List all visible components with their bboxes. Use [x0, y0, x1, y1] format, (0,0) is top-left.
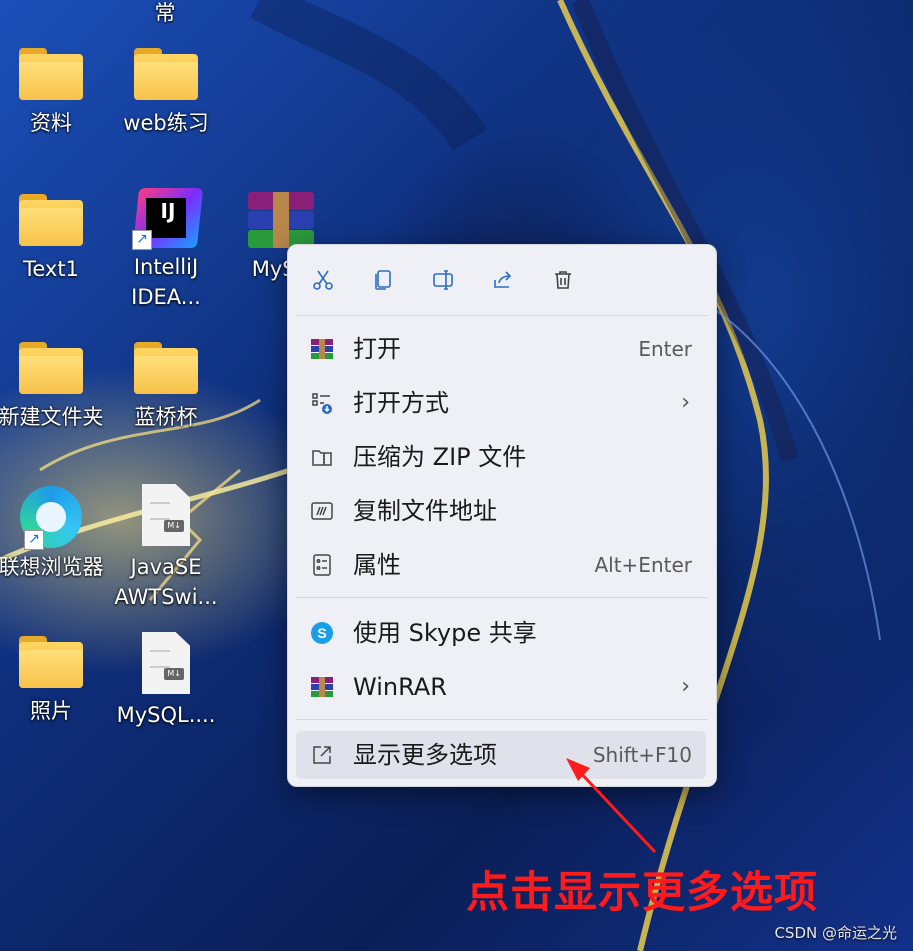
- copy-icon: [375, 270, 391, 290]
- menu-separator: [296, 597, 708, 598]
- show-more-icon: [313, 746, 331, 764]
- menu-item-copy-path[interactable]: 复制文件地址: [296, 487, 706, 535]
- desktop-icon-md-file[interactable]: M↓ JavaSE AWTSwi...: [111, 484, 221, 612]
- edge-browser-icon: ↗: [18, 484, 84, 550]
- menu-item-open[interactable]: 打开 Enter: [296, 325, 706, 373]
- chevron-right-icon: ›: [681, 674, 690, 699]
- menu-item-compress-zip[interactable]: 压缩为 ZIP 文件: [296, 433, 706, 481]
- zip-folder-icon: [312, 450, 332, 466]
- desktop-icon-intellij[interactable]: IJ ↗ IntelliJ IDEA...: [111, 188, 221, 312]
- rename-button[interactable]: [426, 263, 460, 297]
- folder-icon: [19, 342, 83, 394]
- folder-icon: [19, 194, 83, 246]
- winrar-archive-icon: [248, 192, 314, 250]
- share-button[interactable]: [486, 263, 520, 297]
- rename-icon: [433, 270, 453, 290]
- svg-text:S: S: [317, 625, 326, 641]
- desktop-icon-folder[interactable]: 新建文件夹: [0, 342, 106, 432]
- desktop-icon-md-file[interactable]: M↓ MySQL....: [111, 632, 221, 730]
- copy-path-icon: [311, 502, 333, 520]
- desktop-icon-folder[interactable]: Text1: [0, 194, 106, 284]
- skype-icon: S: [311, 622, 333, 644]
- menu-item-open-with[interactable]: 打开方式 ›: [296, 379, 706, 427]
- folder-icon: [19, 48, 83, 100]
- desktop-icon-folder[interactable]: web练习: [111, 48, 221, 138]
- share-icon: [494, 271, 512, 288]
- menu-item-winrar[interactable]: WinRAR ›: [296, 663, 706, 711]
- context-menu: 打开 Enter 打开方式 › 压缩为 ZIP 文件 复制文件地址 属性 Alt…: [287, 244, 717, 787]
- desktop-icon-lenovo-browser[interactable]: ↗ 联想浏览器: [0, 484, 106, 582]
- desktop-icon-folder[interactable]: 蓝桥杯: [111, 342, 221, 432]
- chevron-right-icon: ›: [681, 390, 690, 415]
- shortcut-arrow-icon: ↗: [24, 530, 44, 550]
- menu-item-properties[interactable]: 属性 Alt+Enter: [296, 541, 706, 589]
- folder-icon: [19, 636, 83, 688]
- delete-icon: [555, 271, 571, 289]
- winrar-icon: [311, 339, 333, 359]
- menu-separator: [296, 315, 708, 316]
- markdown-file-icon: M↓: [142, 632, 190, 694]
- open-with-icon: [312, 393, 332, 414]
- properties-icon: [313, 554, 331, 576]
- winrar-icon: [311, 677, 333, 697]
- desktop-icon-folder[interactable]: 照片: [0, 636, 106, 726]
- menu-item-show-more-options[interactable]: 显示更多选项 Shift+F10: [296, 731, 706, 779]
- desktop-icon-folder[interactable]: 资料: [0, 48, 106, 138]
- markdown-file-icon: M↓: [142, 484, 190, 546]
- watermark: CSDN @命运之光: [774, 924, 897, 942]
- shortcut-arrow-icon: ↗: [132, 230, 152, 250]
- menu-item-skype-share[interactable]: S 使用 Skype 共享: [296, 609, 706, 657]
- folder-icon: [134, 342, 198, 394]
- cut-icon: [313, 270, 333, 290]
- menu-separator: [296, 719, 708, 720]
- cut-button[interactable]: [306, 263, 340, 297]
- folder-icon: [134, 48, 198, 100]
- delete-button[interactable]: [546, 263, 580, 297]
- context-menu-toolbar: [288, 245, 716, 313]
- desktop-partial-label: 常: [154, 1, 176, 25]
- intellij-icon: IJ ↗: [132, 188, 204, 250]
- annotation-text: 点击显示更多选项: [466, 868, 818, 918]
- copy-button[interactable]: [366, 263, 400, 297]
